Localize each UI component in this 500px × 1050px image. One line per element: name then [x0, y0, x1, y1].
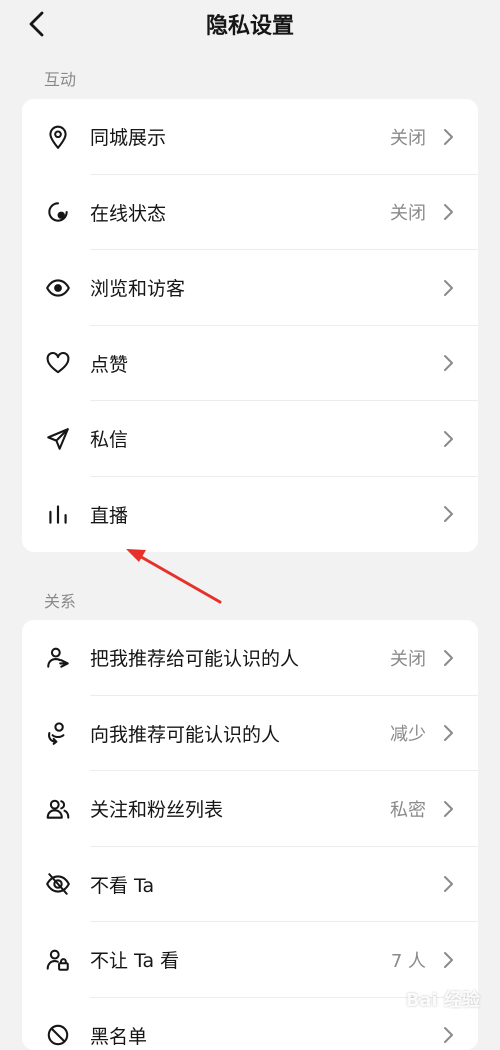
chevron-right-icon: [440, 799, 456, 819]
chevron-right-icon: [440, 1025, 456, 1045]
settings-row-messages[interactable]: 私信: [22, 401, 478, 477]
chevron-right-icon: [440, 648, 456, 668]
eye-off-icon: [44, 870, 72, 898]
settings-row-hide-their-content[interactable]: 不看 Ta: [22, 847, 478, 923]
chevron-right-icon: [440, 504, 456, 524]
row-label: 把我推荐给可能认识的人: [90, 644, 299, 671]
chevron-right-icon: [440, 429, 456, 449]
user-recommend-icon: [44, 719, 72, 747]
location-pin-icon: [44, 123, 72, 151]
settings-row-online-status[interactable]: 在线状态 关闭: [22, 175, 478, 251]
settings-row-recommend-to-me[interactable]: 向我推荐可能认识的人 减少: [22, 696, 478, 772]
section-label-interaction: 互动: [44, 66, 76, 90]
bar-chart-icon: [44, 500, 72, 528]
user-lock-icon: [44, 946, 72, 974]
eye-icon: [44, 274, 72, 302]
chevron-right-icon: [440, 278, 456, 298]
row-label: 向我推荐可能认识的人: [90, 720, 280, 747]
watermark: Bai 经验: [406, 986, 480, 1012]
row-label: 在线状态: [90, 199, 166, 226]
interaction-card: 同城展示 关闭 在线状态 关闭 浏览和访客 点赞 私信: [22, 99, 478, 552]
heart-icon: [44, 349, 72, 377]
settings-row-nearby[interactable]: 同城展示 关闭: [22, 99, 478, 175]
settings-row-live[interactable]: 直播: [22, 477, 478, 553]
row-label: 浏览和访客: [90, 274, 185, 301]
row-value: 私密: [390, 796, 426, 822]
send-icon: [44, 425, 72, 453]
chevron-right-icon: [440, 353, 456, 373]
row-value: 关闭: [390, 199, 426, 225]
settings-row-recommend-me[interactable]: 把我推荐给可能认识的人 关闭: [22, 620, 478, 696]
row-label: 不看 Ta: [90, 871, 154, 898]
user-share-icon: [44, 644, 72, 672]
block-icon: [44, 1021, 72, 1049]
settings-row-likes[interactable]: 点赞: [22, 326, 478, 402]
settings-row-follow-list[interactable]: 关注和粉丝列表 私密: [22, 771, 478, 847]
chevron-right-icon: [440, 202, 456, 222]
row-label: 同城展示: [90, 123, 166, 150]
row-label: 黑名单: [90, 1022, 147, 1049]
chevron-right-icon: [440, 127, 456, 147]
row-label: 不让 Ta 看: [90, 946, 179, 973]
page-title: 隐私设置: [0, 8, 500, 40]
settings-row-views-visitors[interactable]: 浏览和访客: [22, 250, 478, 326]
row-label: 关注和粉丝列表: [90, 795, 223, 822]
row-value: 关闭: [390, 645, 426, 671]
row-value: 7 人: [391, 947, 426, 973]
row-label: 私信: [90, 425, 128, 452]
online-status-icon: [44, 198, 72, 226]
users-icon: [44, 795, 72, 823]
row-label: 直播: [90, 501, 128, 528]
row-label: 点赞: [90, 350, 128, 377]
row-value: 减少: [390, 720, 426, 746]
chevron-right-icon: [440, 874, 456, 894]
header: 隐私设置: [0, 0, 500, 48]
chevron-right-icon: [440, 723, 456, 743]
row-value: 关闭: [390, 124, 426, 150]
section-label-relations: 关系: [44, 588, 76, 612]
chevron-right-icon: [440, 950, 456, 970]
